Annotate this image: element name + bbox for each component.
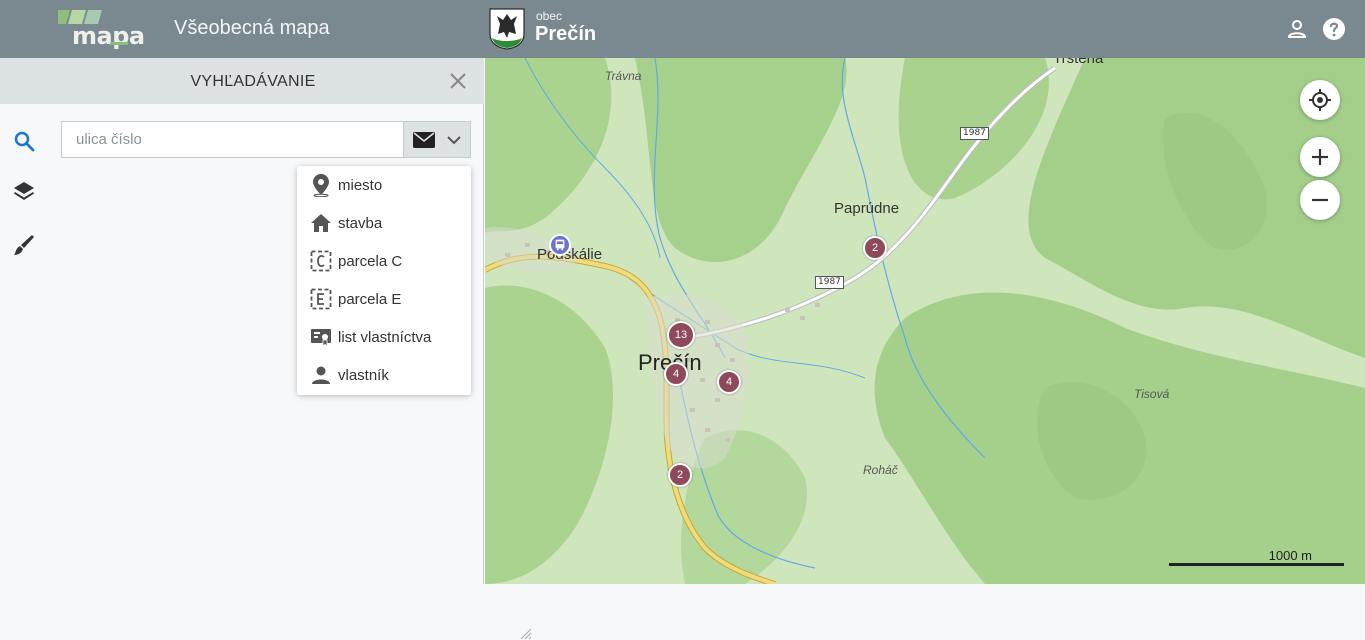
menu-item-miesto[interactable]: miesto (297, 166, 471, 204)
scale-label: 1000 m (1268, 548, 1312, 563)
help-icon[interactable] (1322, 17, 1346, 41)
logo-underline (110, 42, 128, 45)
scale-line (1169, 563, 1344, 566)
panel-title: VYHĽADÁVANIE (190, 73, 316, 90)
map-label-rohac: Roháč (863, 463, 898, 477)
account-icon[interactable] (1285, 17, 1309, 41)
search-input[interactable] (61, 121, 404, 158)
menu-item-list-vlastnictva[interactable]: list vlastníctva (297, 318, 471, 356)
map-scale-bar: 1000 m (1169, 548, 1344, 570)
zoom-out-button[interactable] (1300, 180, 1340, 220)
map-cluster-marker[interactable]: 4 (717, 370, 741, 394)
minus-icon (1312, 198, 1328, 202)
app-logo[interactable]: mapa (58, 10, 145, 50)
parcel-c-icon (310, 250, 332, 272)
home-icon (311, 214, 331, 232)
menu-item-label: miesto (338, 177, 383, 194)
municipality-name: Prečín (535, 23, 597, 45)
tool-rail (0, 58, 48, 584)
person-icon (312, 366, 330, 384)
menu-item-label: parcela E (338, 291, 402, 308)
parcel-e-icon (310, 288, 332, 310)
locate-button[interactable] (1300, 80, 1340, 120)
map-basemap (485, 58, 1365, 584)
search-type-menu: miesto stavba parcela C parcela E list v… (297, 166, 471, 395)
map-label-paprudne: Paprúdne (834, 200, 900, 217)
layers-icon[interactable] (12, 179, 36, 203)
ownership-sheet-icon (311, 329, 331, 347)
search-icon[interactable] (12, 129, 36, 153)
menu-item-label: stavba (338, 215, 383, 232)
map-cluster-marker[interactable]: 4 (664, 362, 688, 386)
mail-icon (413, 132, 435, 148)
panel-header: VYHĽADÁVANIE (48, 58, 484, 104)
brush-icon[interactable] (12, 233, 36, 257)
menu-item-label: parcela C (338, 253, 403, 270)
logo-text: mapa (72, 22, 145, 50)
menu-item-label: list vlastníctva (338, 329, 432, 346)
chevron-down-icon (447, 136, 461, 145)
plus-icon (1312, 149, 1328, 165)
locate-icon (1309, 89, 1331, 111)
map-label-tisova: Tisová (1134, 387, 1170, 401)
map-cluster-marker[interactable]: 2 (863, 236, 887, 260)
zoom-in-button[interactable] (1300, 137, 1340, 177)
map-cluster-marker[interactable]: 13 (667, 321, 695, 349)
rail-header (0, 58, 48, 104)
place-icon (313, 174, 329, 197)
municipality-type: obec (536, 9, 563, 23)
map-cluster-marker[interactable]: 2 (668, 463, 692, 487)
search-type-button[interactable] (403, 121, 471, 158)
map-view[interactable]: Trávna Trstená Paprúdne Podskálie Prečín… (485, 58, 1365, 584)
menu-item-label: vlastník (338, 367, 389, 384)
municipality-crest-icon (489, 8, 525, 50)
bus-stop-icon[interactable] (549, 234, 571, 256)
road-number-shield: 1987 (960, 127, 989, 140)
close-icon[interactable] (446, 69, 470, 93)
top-bar: mapa Všeobecná mapa obec Prečín (0, 0, 1365, 58)
menu-item-parcela-e[interactable]: parcela E (297, 280, 471, 318)
resize-grip-icon[interactable] (516, 624, 532, 640)
menu-item-vlastnik[interactable]: vlastník (297, 356, 471, 394)
road-number-shield: 1987 (815, 276, 844, 289)
map-label-travna: Trávna (605, 69, 642, 83)
map-label-trstena: Trstená (1053, 58, 1104, 67)
menu-item-stavba[interactable]: stavba (297, 204, 471, 242)
app-title: Všeobecná mapa (174, 17, 330, 39)
menu-item-parcela-c[interactable]: parcela C (297, 242, 471, 280)
